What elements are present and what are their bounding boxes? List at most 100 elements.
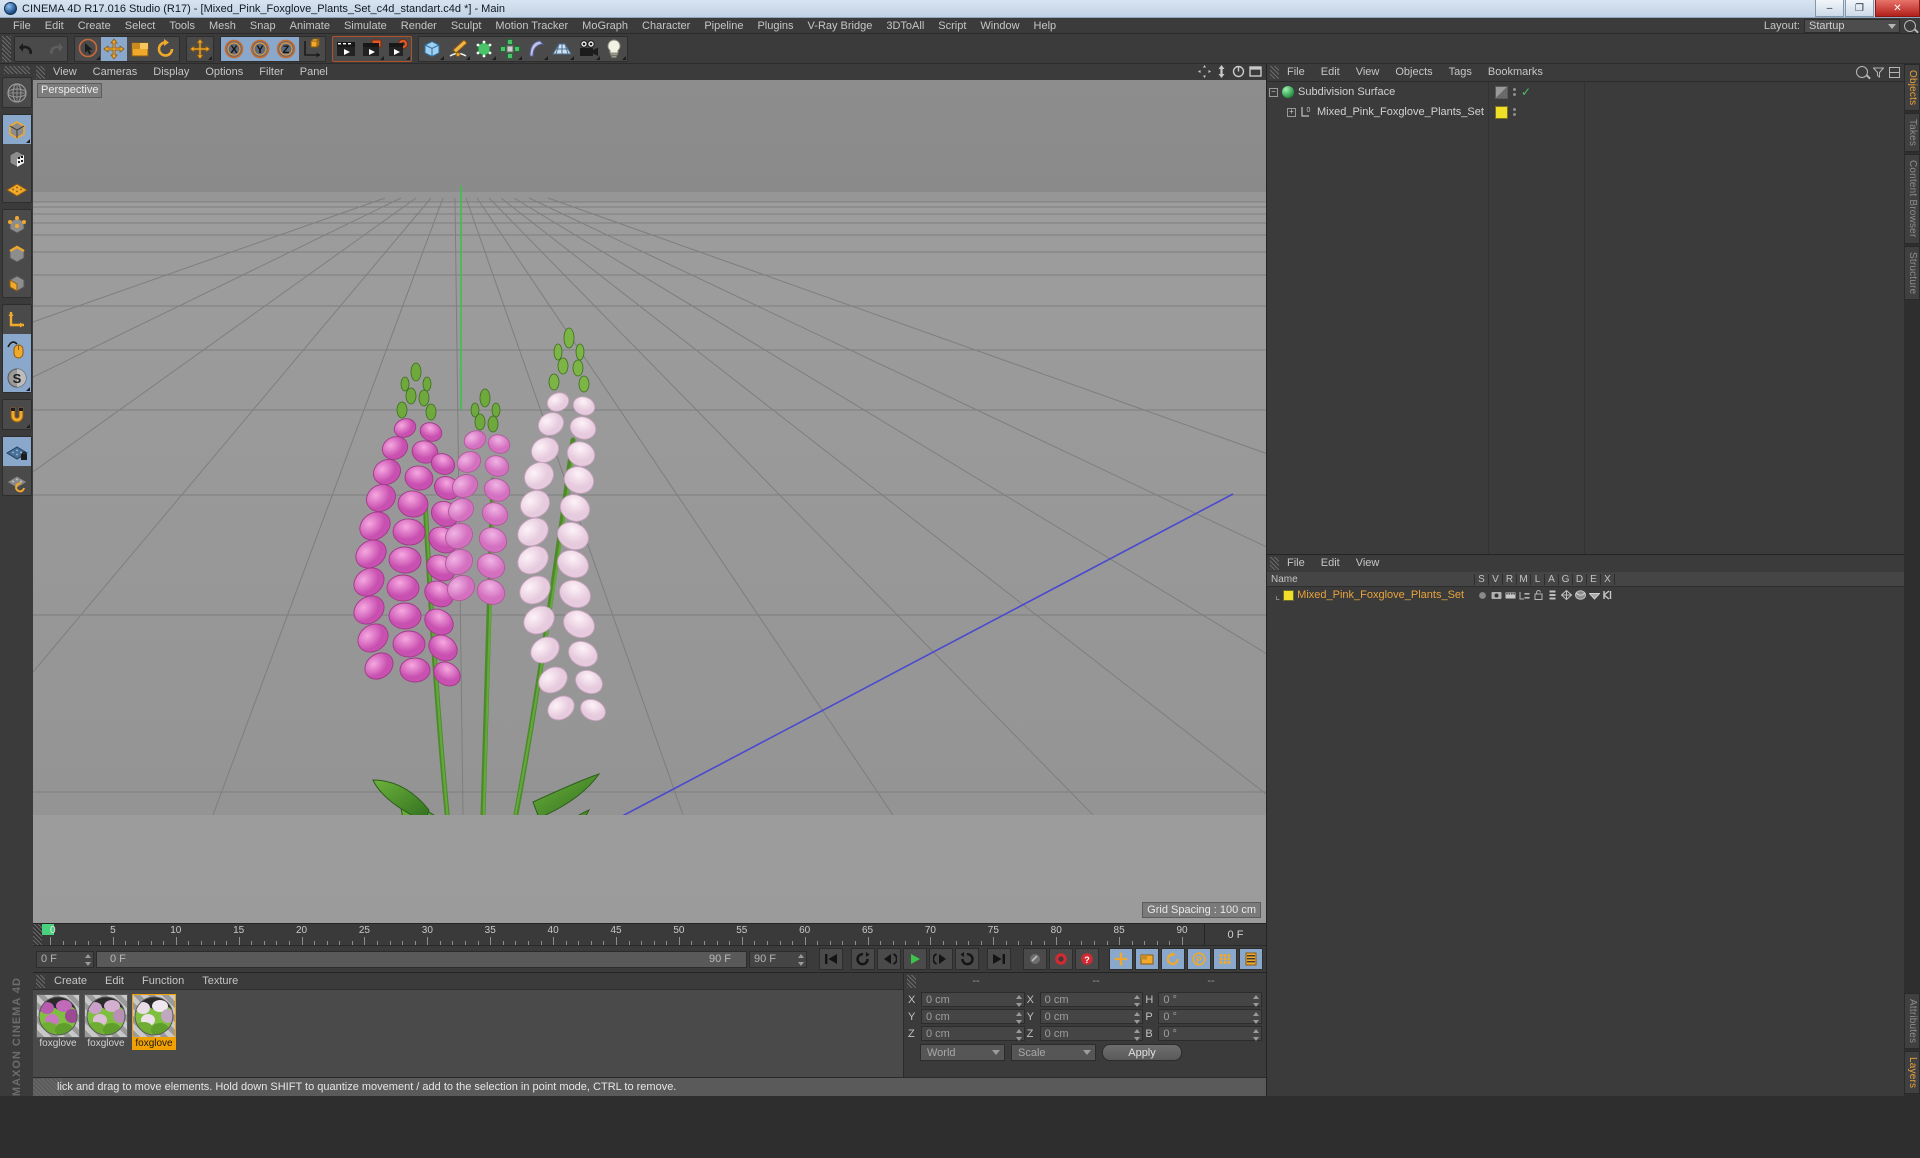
go-to-end-button[interactable]	[987, 948, 1011, 970]
lock-y-button[interactable]: Y	[247, 36, 273, 61]
layer-cell-manager[interactable]	[1517, 591, 1531, 600]
layer-cell-visible[interactable]	[1489, 591, 1503, 600]
end-frame-field[interactable]: 90 F	[749, 950, 807, 968]
menu-item-snap[interactable]: Snap	[243, 18, 283, 34]
menu-item-help[interactable]: Help	[1027, 18, 1064, 34]
go-to-start-button[interactable]	[819, 948, 843, 970]
timeline-grip[interactable]	[33, 924, 42, 945]
rotation-p-field[interactable]: 0 °	[1158, 1009, 1263, 1024]
menu-item-character[interactable]: Character	[635, 18, 697, 34]
layer-cell-deformers[interactable]	[1573, 590, 1587, 600]
lock-x-button[interactable]: X	[221, 36, 247, 61]
material-menu-function[interactable]: Function	[133, 975, 193, 987]
filter-icon[interactable]	[1873, 67, 1884, 78]
menu-item-window[interactable]: Window	[973, 18, 1026, 34]
layer-color-tag-icon[interactable]	[1495, 105, 1508, 119]
model-mode-button[interactable]	[2, 115, 31, 144]
viewport-solo-button[interactable]	[2, 334, 31, 363]
material-item[interactable]: foxglove	[83, 994, 129, 1073]
spinner-icon[interactable]	[1015, 995, 1022, 1007]
add-spline-button[interactable]	[445, 37, 471, 61]
layer-col-x[interactable]: X	[1601, 573, 1615, 585]
layer-cell-render[interactable]	[1503, 591, 1517, 600]
search-icon[interactable]	[1856, 66, 1868, 78]
redo-button[interactable]	[41, 37, 67, 61]
layer-row[interactable]: ⌞ Mixed_Pink_Foxglove_Plants_Set	[1267, 587, 1904, 603]
spinner-icon[interactable]	[1253, 1012, 1260, 1024]
coordinate-system-dropdown[interactable]: World	[920, 1044, 1005, 1061]
expander-toggle[interactable]: +	[1287, 107, 1296, 117]
layer-col-e[interactable]: E	[1587, 573, 1601, 585]
material-tag-icon[interactable]	[1495, 85, 1508, 99]
layer-manager-grip[interactable]	[1270, 557, 1279, 570]
layout-icon[interactable]	[1889, 66, 1900, 78]
enabled-check-icon[interactable]: ✓	[1521, 85, 1531, 99]
viewport-menu-display[interactable]: Display	[145, 64, 197, 80]
object-manager-grip[interactable]	[1270, 66, 1279, 79]
restore-button[interactable]: ❐	[1845, 0, 1874, 17]
material-preview-sphere[interactable]	[36, 994, 80, 1038]
add-camera-button[interactable]	[575, 37, 601, 61]
toolbar-grip[interactable]	[2, 35, 11, 62]
material-menu-texture[interactable]: Texture	[193, 975, 247, 987]
scale-snap-button[interactable]: S	[2, 363, 31, 392]
rotation-b-field[interactable]: 0 °	[1158, 1026, 1263, 1041]
maximize-view-icon[interactable]	[1249, 65, 1262, 78]
material-swatch-list[interactable]: foxglove foxglove foxglove	[33, 989, 903, 1077]
workplane-mode-button[interactable]	[3, 173, 31, 202]
menu-item-script[interactable]: Script	[931, 18, 973, 34]
position-key-button[interactable]	[1109, 948, 1133, 970]
rotation-h-field[interactable]: 0 °	[1158, 992, 1263, 1007]
scale-tool-button[interactable]	[127, 37, 153, 61]
layout-dropdown[interactable]: Startup	[1804, 19, 1900, 33]
play-button[interactable]	[903, 948, 927, 970]
tab-layers[interactable]: Layers	[1904, 1050, 1920, 1094]
layer-cell-expressions[interactable]	[1587, 591, 1601, 600]
next-keyframe-button[interactable]	[955, 948, 979, 970]
pan-view-icon[interactable]	[1198, 65, 1211, 78]
object-tree[interactable]: − Subdivision Surface + 0 Mixed_Pink_Fox…	[1267, 81, 1904, 554]
layer-color-swatch[interactable]	[1283, 589, 1295, 601]
material-item[interactable]: foxglove	[35, 994, 81, 1073]
layer-cell-animation[interactable]	[1545, 590, 1559, 600]
render-view-button[interactable]	[333, 37, 359, 61]
layer-menu-edit[interactable]: Edit	[1313, 555, 1348, 572]
layer-col-a[interactable]: A	[1545, 573, 1559, 585]
tab-attributes[interactable]: Attributes	[1904, 992, 1920, 1049]
tab-objects[interactable]: Objects	[1904, 64, 1920, 112]
viewport-menu-panel[interactable]: Panel	[292, 64, 336, 80]
edge-mode-button[interactable]	[3, 239, 31, 268]
viewport-grip[interactable]	[36, 65, 45, 79]
menu-item-animate[interactable]: Animate	[283, 18, 337, 34]
material-preview-sphere[interactable]	[132, 994, 176, 1038]
scale-key-button[interactable]	[1135, 948, 1159, 970]
rotate-tool-button[interactable]	[153, 37, 179, 61]
object-menu-tags[interactable]: Tags	[1441, 64, 1480, 81]
step-back-button[interactable]	[877, 948, 901, 970]
menu-item-mograph[interactable]: MoGraph	[575, 18, 635, 34]
apply-button[interactable]: Apply	[1102, 1044, 1182, 1061]
polygon-mode-button[interactable]	[3, 268, 31, 297]
coordinates-grip[interactable]	[907, 974, 916, 988]
object-row-subdivision-surface[interactable]: − Subdivision Surface	[1267, 82, 1488, 102]
planar-workplane-button[interactable]	[3, 466, 31, 495]
layer-name-cell[interactable]: ⌞ Mixed_Pink_Foxglove_Plants_Set	[1267, 589, 1475, 602]
keyframe-selection-button[interactable]: ?	[1075, 948, 1099, 970]
tag-visibility-dots-icon[interactable]	[1513, 108, 1516, 116]
move-tool-button[interactable]	[101, 36, 127, 61]
layer-col-l[interactable]: L	[1531, 573, 1545, 585]
record-active-objects-button[interactable]	[1023, 948, 1047, 970]
spinner-icon[interactable]	[1253, 995, 1260, 1007]
spinner-icon[interactable]	[1253, 1029, 1260, 1041]
spinner-icon[interactable]	[1134, 1012, 1141, 1024]
add-light-button[interactable]	[601, 37, 627, 61]
layer-menu-file[interactable]: File	[1279, 555, 1313, 572]
spinner-icon[interactable]	[798, 953, 804, 966]
rotation-key-button[interactable]	[1161, 948, 1185, 970]
spinner-icon[interactable]	[1134, 1029, 1141, 1041]
menu-item-edit[interactable]: Edit	[38, 18, 71, 34]
object-row-foxglove-set[interactable]: + 0 Mixed_Pink_Foxglove_Plants_Set	[1267, 102, 1488, 122]
live-selection-button[interactable]	[75, 37, 101, 61]
minimize-button[interactable]: –	[1815, 0, 1844, 17]
step-forward-button[interactable]	[929, 948, 953, 970]
